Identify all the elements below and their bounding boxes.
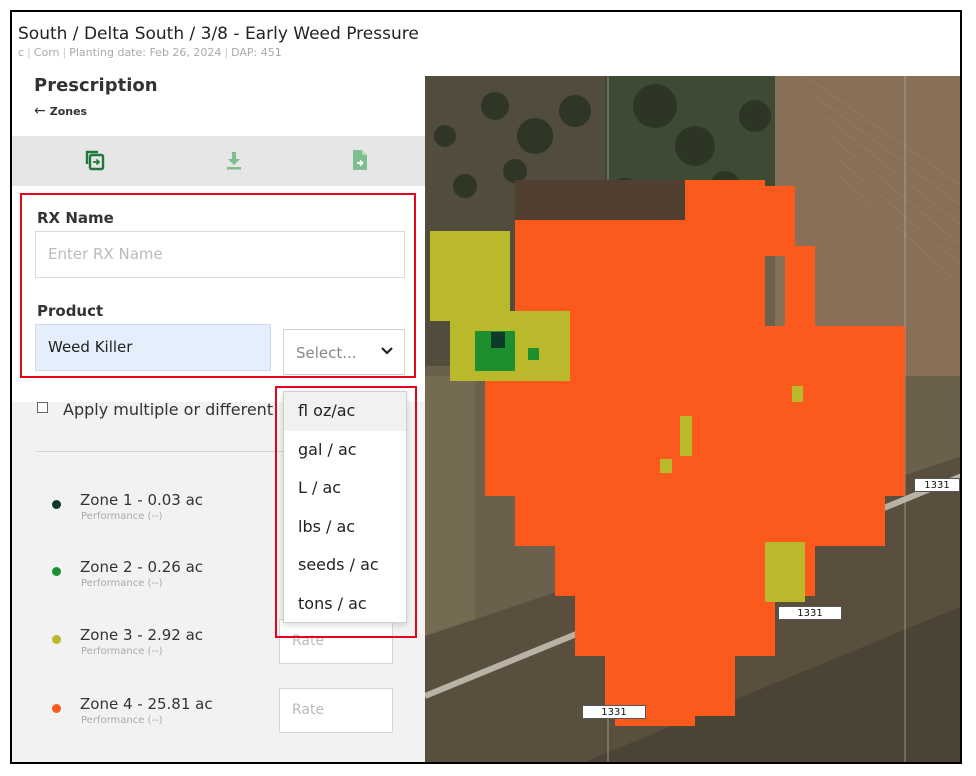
zone-performance: Performance (--) (81, 715, 163, 726)
unit-select-value: Select... (296, 344, 357, 362)
zone-color-dot (52, 635, 61, 644)
unit-option[interactable]: L / ac (284, 469, 406, 508)
back-to-zones-link[interactable]: ← Zones (34, 103, 87, 119)
panel-header: Prescription ← Zones (12, 75, 425, 136)
app-frame: South / Delta South / 3/8 - Early Weed P… (10, 10, 962, 764)
road-label: 1331 (582, 705, 646, 719)
page-header: South / Delta South / 3/8 - Early Weed P… (12, 12, 960, 77)
satellite-map[interactable]: 1331 1331 1331 (425, 76, 960, 762)
back-label: Zones (49, 105, 88, 118)
meta-crop: Corn (33, 46, 60, 59)
apply-multiple-checkbox[interactable] (37, 402, 48, 413)
zone-color-dot (52, 500, 61, 509)
unit-option[interactable]: tons / ac (284, 585, 406, 624)
rate-placeholder: Rate (292, 633, 325, 649)
zone-performance: Performance (--) (81, 578, 163, 589)
zone-rate-input[interactable]: Rate (279, 619, 393, 664)
meta-planting-date: Planting date: Feb 26, 2024 (69, 46, 222, 59)
panel-title: Prescription (34, 75, 158, 96)
download-icon[interactable] (222, 148, 246, 172)
zone-performance: Performance (--) (81, 511, 163, 522)
unit-dropdown-menu: fl oz/ac gal / ac L / ac lbs / ac seeds … (283, 391, 407, 623)
zone-name: Zone 2 - 0.26 ac (80, 558, 204, 576)
divider (37, 451, 293, 452)
unit-option[interactable]: seeds / ac (284, 546, 406, 585)
unit-select[interactable]: Select... (283, 329, 405, 375)
zone-rate-input[interactable]: Rate (279, 688, 393, 733)
apply-multiple-label: Apply multiple or different (63, 400, 274, 419)
zone-color-dot (52, 704, 61, 713)
road-label: 1331 (778, 606, 842, 620)
copy-icon[interactable] (83, 148, 107, 172)
apply-multiple-option[interactable]: Apply multiple or different (37, 400, 273, 419)
rx-name-input[interactable]: Enter RX Name (35, 231, 405, 278)
map-canvas (425, 76, 960, 762)
rx-name-label: RX Name (37, 209, 114, 227)
zone-color-dot (52, 567, 61, 576)
zone-name: Zone 1 - 0.03 ac (80, 491, 204, 509)
zone-performance: Performance (--) (81, 646, 163, 657)
road-label: 1331 (914, 478, 960, 492)
arrow-left-icon: ← (34, 103, 46, 119)
zone-name: Zone 4 - 25.81 ac (80, 695, 213, 713)
zone-name: Zone 3 - 2.92 ac (80, 626, 204, 644)
unit-option[interactable]: lbs / ac (284, 508, 406, 547)
panel-toolbar (12, 136, 425, 186)
export-file-icon[interactable] (348, 148, 372, 172)
field-meta: c | Corn | Planting date: Feb 26, 2024 | DAP: … (18, 46, 282, 59)
unit-option[interactable]: gal / ac (284, 431, 406, 470)
product-label: Product (37, 302, 104, 320)
product-input[interactable]: Weed Killer (35, 324, 271, 371)
rx-name-placeholder: Enter RX Name (48, 245, 163, 263)
meta-dap: DAP: 451 (231, 46, 282, 59)
rate-placeholder: Rate (292, 702, 325, 718)
breadcrumb[interactable]: South / Delta South / 3/8 - Early Weed P… (18, 24, 419, 44)
chevron-down-icon (381, 347, 393, 355)
unit-option[interactable]: fl oz/ac (284, 392, 406, 431)
